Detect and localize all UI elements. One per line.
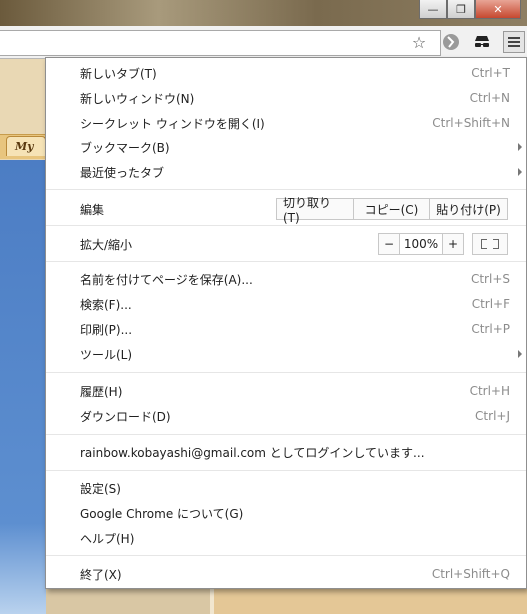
menu-item-label: ヘルプ(H) bbox=[80, 531, 135, 546]
menu-item-new-window[interactable]: 新しいウィンドウ(N) Ctrl+N bbox=[46, 86, 526, 110]
menu-item-about[interactable]: Google Chrome について(G) bbox=[46, 501, 526, 525]
menu-item-label: ツール(L) bbox=[80, 347, 133, 362]
close-button[interactable]: ✕ bbox=[475, 0, 521, 19]
zoom-level: 100% bbox=[400, 233, 442, 255]
menu-item-print[interactable]: 印刷(P)... Ctrl+P bbox=[46, 317, 526, 341]
menu-item-label: 設定(S) bbox=[80, 481, 121, 496]
page-blue-panel bbox=[0, 160, 46, 614]
submenu-arrow-icon bbox=[518, 168, 522, 176]
page-tab-my[interactable]: My bbox=[6, 136, 46, 156]
menu-item-new-tab[interactable]: 新しいタブ(T) Ctrl+T bbox=[46, 61, 526, 85]
menu-item-shortcut: Ctrl+S bbox=[470, 272, 510, 286]
menu-item-downloads[interactable]: ダウンロード(D) Ctrl+J bbox=[46, 404, 526, 428]
menu-item-label: ダウンロード(D) bbox=[80, 409, 171, 424]
menu-separator bbox=[46, 555, 526, 556]
chrome-menu-icon[interactable] bbox=[503, 31, 525, 53]
menu-item-incognito[interactable]: シークレット ウィンドウを開く(I) Ctrl+Shift+N bbox=[46, 111, 526, 135]
chrome-menu: 新しいタブ(T) Ctrl+T 新しいウィンドウ(N) Ctrl+N シークレッ… bbox=[45, 57, 527, 589]
fullscreen-icon[interactable] bbox=[472, 233, 508, 255]
menu-item-label: シークレット ウィンドウを開く(I) bbox=[80, 116, 265, 131]
submenu-arrow-icon bbox=[518, 350, 522, 358]
zoom-controls: − 100% + bbox=[378, 233, 508, 255]
menu-item-find[interactable]: 検索(F)... Ctrl+F bbox=[46, 292, 526, 316]
menu-item-help[interactable]: ヘルプ(H) bbox=[46, 526, 526, 550]
menu-item-tools[interactable]: ツール(L) bbox=[46, 342, 526, 366]
menu-item-shortcut: Ctrl+H bbox=[469, 384, 510, 398]
menu-separator bbox=[46, 261, 526, 262]
cut-button[interactable]: 切り取り(T) bbox=[276, 196, 354, 225]
menu-item-label: 印刷(P)... bbox=[80, 322, 133, 337]
menu-item-label: 新しいウィンドウ(N) bbox=[80, 91, 195, 106]
menu-row-edit: 編集 切り取り(T) コピー(C) 貼り付け(P) bbox=[46, 196, 526, 225]
edit-button-group: 切り取り(T) コピー(C) 貼り付け(P) bbox=[276, 196, 508, 225]
menu-row-zoom: 拡大/縮小 − 100% + bbox=[46, 232, 526, 256]
bookmark-star-icon[interactable]: ☆ bbox=[408, 31, 430, 53]
menu-item-settings[interactable]: 設定(S) bbox=[46, 476, 526, 500]
menu-item-save-page[interactable]: 名前を付けてページを保存(A)... Ctrl+S bbox=[46, 267, 526, 291]
submenu-arrow-icon bbox=[518, 143, 522, 151]
menu-separator bbox=[46, 225, 526, 226]
menu-separator bbox=[46, 434, 526, 435]
signin-label: rainbow.kobayashi@gmail.com としてログインしています… bbox=[80, 445, 425, 460]
restore-button[interactable]: ❐ bbox=[447, 0, 475, 19]
menu-item-label: ブックマーク(B) bbox=[80, 140, 170, 155]
incognito-icon[interactable] bbox=[471, 31, 493, 53]
menu-item-label: 名前を付けてページを保存(A)... bbox=[80, 272, 253, 287]
menu-item-signin-status[interactable]: rainbow.kobayashi@gmail.com としてログインしています… bbox=[46, 440, 526, 464]
menu-item-history[interactable]: 履歴(H) Ctrl+H bbox=[46, 379, 526, 403]
edit-label: 編集 bbox=[80, 202, 105, 217]
menu-item-label: 検索(F)... bbox=[80, 297, 132, 312]
copy-button[interactable]: コピー(C) bbox=[354, 198, 430, 220]
extension-icon[interactable] bbox=[440, 31, 462, 53]
page-content-strip bbox=[210, 587, 527, 614]
zoom-in-button[interactable]: + bbox=[442, 233, 464, 255]
menu-item-label: 終了(X) bbox=[80, 567, 122, 582]
menu-item-exit[interactable]: 終了(X) Ctrl+Shift+Q bbox=[46, 562, 526, 586]
paste-button[interactable]: 貼り付け(P) bbox=[430, 198, 508, 220]
menu-item-recent-tabs[interactable]: 最近使ったタブ bbox=[46, 160, 526, 184]
menu-item-label: 新しいタブ(T) bbox=[80, 66, 157, 81]
menu-item-shortcut: Ctrl+P bbox=[471, 322, 510, 336]
address-bar[interactable] bbox=[0, 30, 441, 56]
menu-separator bbox=[46, 189, 526, 190]
menu-item-bookmarks[interactable]: ブックマーク(B) bbox=[46, 135, 526, 159]
menu-item-shortcut: Ctrl+F bbox=[471, 297, 510, 311]
menu-separator bbox=[46, 372, 526, 373]
menu-item-shortcut: Ctrl+N bbox=[469, 91, 510, 105]
menu-item-shortcut: Ctrl+J bbox=[475, 409, 510, 423]
zoom-out-button[interactable]: − bbox=[378, 233, 400, 255]
menu-item-label: 履歴(H) bbox=[80, 384, 123, 399]
window-controls: — ❐ ✕ bbox=[419, 0, 521, 19]
menu-item-shortcut: Ctrl+T bbox=[471, 66, 510, 80]
menu-item-label: Google Chrome について(G) bbox=[80, 506, 244, 521]
menu-item-shortcut: Ctrl+Shift+Q bbox=[431, 567, 510, 581]
menu-separator bbox=[46, 470, 526, 471]
zoom-label: 拡大/縮小 bbox=[80, 237, 133, 252]
minimize-button[interactable]: — bbox=[419, 0, 447, 19]
menu-item-shortcut: Ctrl+Shift+N bbox=[432, 116, 510, 130]
menu-item-label: 最近使ったタブ bbox=[80, 165, 165, 180]
